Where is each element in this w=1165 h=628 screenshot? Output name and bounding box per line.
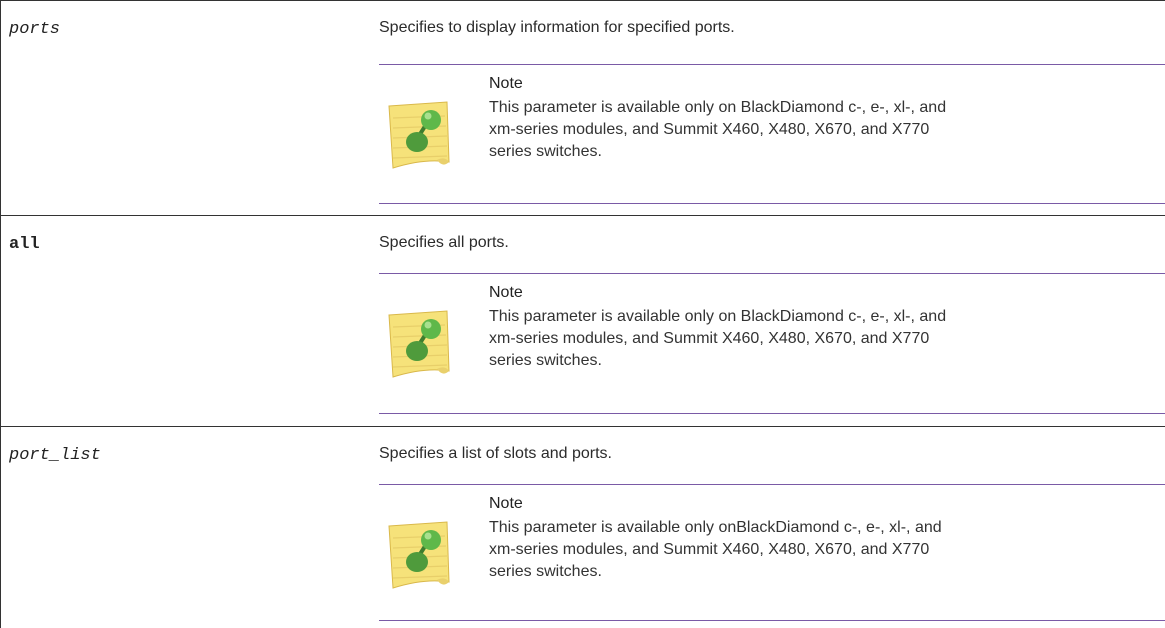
param-term: port_list	[9, 446, 101, 465]
param-row-port-list: port_list Specifies a list of slots and …	[0, 427, 1165, 628]
note-line: xm-series modules, and Summit X460, X480…	[489, 121, 930, 138]
note-block: Note This parameter is available only on…	[379, 273, 1165, 414]
note-title: Note	[489, 284, 523, 301]
note-pin-icon	[388, 101, 450, 169]
param-description: Specifies a list of slots and ports.	[379, 445, 612, 462]
note-text: This parameter is available only onBlack…	[489, 517, 1149, 583]
note-block: Note This parameter is available only on…	[379, 484, 1165, 621]
note-pin-icon	[388, 310, 450, 378]
note-block: Note This parameter is available only on…	[379, 64, 1165, 204]
note-line: xm-series modules, and Summit X460, X480…	[489, 541, 930, 558]
param-row-all: all Specifies all ports. Note This param…	[0, 216, 1165, 427]
note-pin-icon	[388, 521, 450, 589]
param-term: ports	[9, 20, 61, 39]
note-title: Note	[489, 495, 523, 512]
param-description: Specifies all ports.	[379, 234, 509, 251]
note-text: This parameter is available only on Blac…	[489, 306, 1149, 372]
note-line: This parameter is available only on Blac…	[489, 308, 947, 325]
note-line: xm-series modules, and Summit X460, X480…	[489, 330, 930, 347]
note-line: series switches.	[489, 352, 602, 369]
param-term: all	[9, 235, 40, 254]
note-line: series switches.	[489, 143, 602, 160]
param-row-ports: ports Specifies to display information f…	[0, 0, 1165, 216]
note-line: series switches.	[489, 563, 602, 580]
param-description: Specifies to display information for spe…	[379, 19, 735, 36]
note-text: This parameter is available only on Blac…	[489, 97, 1149, 163]
note-title: Note	[489, 75, 523, 92]
parameter-table: ports Specifies to display information f…	[0, 0, 1165, 628]
note-line: This parameter is available only on Blac…	[489, 99, 947, 116]
note-line: This parameter is available only onBlack…	[489, 519, 942, 536]
